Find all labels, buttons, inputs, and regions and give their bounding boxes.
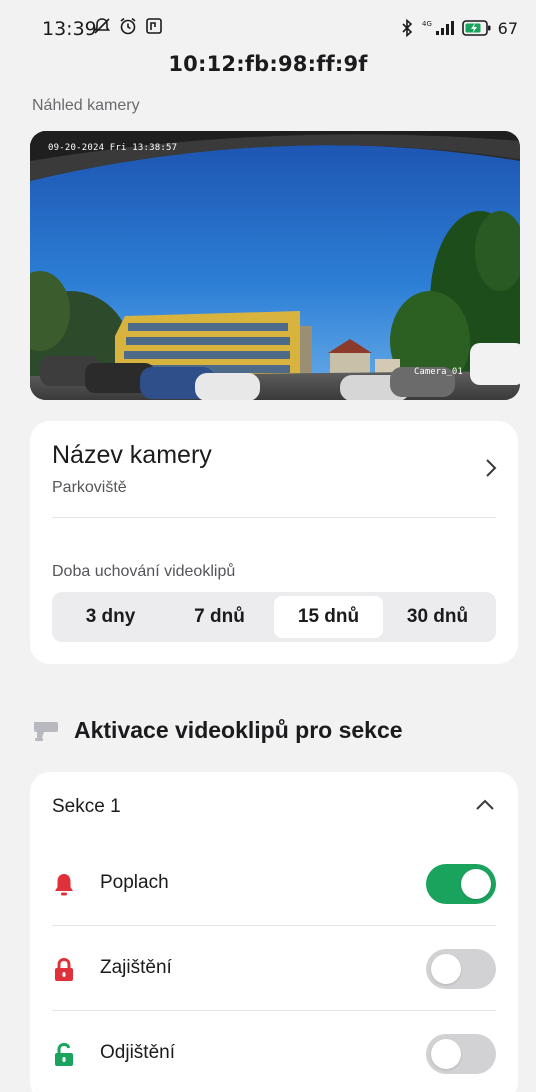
alarm-icon [120,17,136,35]
preview-label: Náhled kamery [32,97,140,114]
preview-camera-name: Camera_01 [414,367,463,377]
retention-option-30[interactable]: 30 dnů [383,596,492,638]
camera-preview-image [30,131,520,400]
section-card: Sekce 1 Poplach Zajištění Odjištění [30,772,518,1092]
status-right-icons: 4G 67 [398,18,518,38]
chevron-up-icon[interactable] [474,798,496,812]
lock-closed-icon [55,957,73,981]
status-time: 13:39 [42,18,97,40]
camera-name-value: Parkoviště [52,479,127,496]
retention-segmented-control: 3 dny 7 dnů 15 dnů 30 dnů [52,592,496,642]
divider [52,925,496,926]
divider [52,517,496,518]
divider [52,1010,496,1011]
camera-name-title: Název kamery [52,441,212,469]
event-row-alarm: Poplach [30,842,518,926]
toggle-knob [461,869,491,899]
event-label: Odjištění [100,1042,175,1063]
section-activation-heading: Aktivace videoklipů pro sekce [32,717,403,744]
bluetooth-icon [402,18,412,38]
notifications-off-icon [93,18,111,34]
chevron-right-icon [486,459,497,477]
event-label: Poplach [100,872,169,893]
event-row-arm: Zajištění [30,927,518,1011]
section-heading-text: Aktivace videoklipů pro sekce [74,717,403,743]
svg-text:4G: 4G [422,20,432,28]
battery-percent: 67 [497,18,518,38]
camera-preview[interactable]: 09-20-2024 Fri 13:38:57 Camera_01 [30,131,520,400]
retention-option-7[interactable]: 7 dnů [165,596,274,638]
section-title: Sekce 1 [52,796,121,817]
nfc-icon [146,18,162,34]
lock-open-icon [55,1042,73,1066]
retention-option-15[interactable]: 15 dnů [274,596,383,638]
retention-option-3[interactable]: 3 dny [56,596,165,638]
preview-timestamp: 09-20-2024 Fri 13:38:57 [48,143,178,153]
disarm-toggle[interactable] [426,1034,496,1074]
bell-icon [55,874,73,896]
toggle-knob [431,1039,461,1069]
arm-toggle[interactable] [426,949,496,989]
page-title: 10:12:fb:98:ff:9f [168,52,368,76]
toggle-knob [431,954,461,984]
camera-icon [34,721,58,741]
status-left-icons [92,16,164,36]
event-row-disarm: Odjištění [30,1012,518,1092]
status-bar: 13:39 4G 67 [0,0,536,52]
camera-name-row[interactable]: Název kamery Parkoviště [30,421,518,517]
signal-4g-icon: 4G [422,20,454,35]
battery-charging-icon [461,20,491,36]
alarm-toggle[interactable] [426,864,496,904]
event-label: Zajištění [100,957,172,978]
retention-label: Doba uchování videoklipů [52,563,236,580]
camera-settings-card: Název kamery Parkoviště Doba uchování vi… [30,421,518,664]
